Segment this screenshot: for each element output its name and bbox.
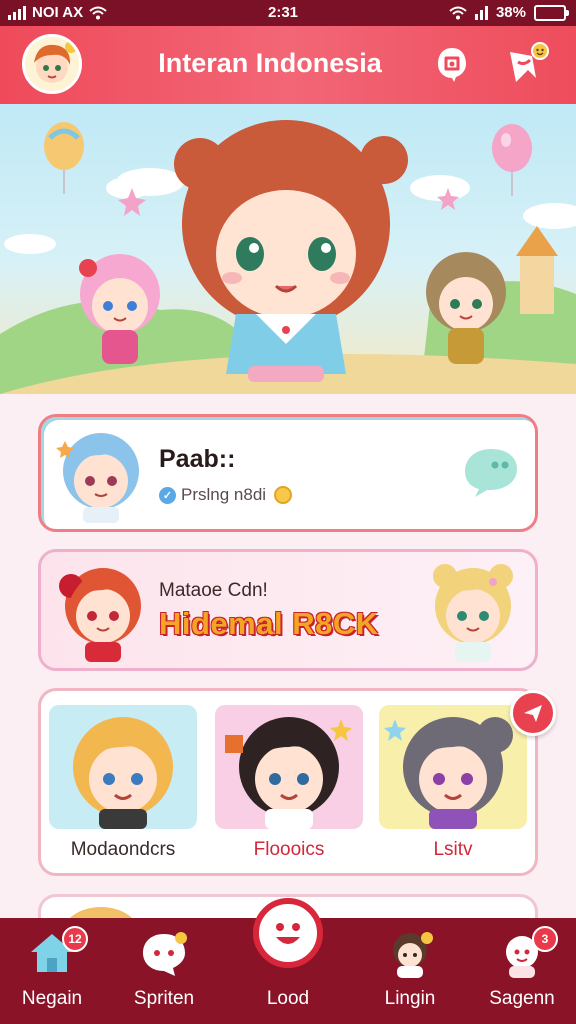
- anime-characters-banner: [0, 120, 576, 394]
- nav-label: Lood: [266, 988, 310, 1009]
- nav-badge: 12: [62, 926, 88, 952]
- category-grid-card: Modaondcrs Floooics Lsitv: [38, 688, 538, 876]
- share-button[interactable]: [510, 690, 556, 736]
- tile-label: Modaondcrs: [70, 839, 176, 860]
- wifi-icon: [449, 6, 467, 19]
- tile-art: [49, 705, 197, 829]
- character-icon: [225, 717, 352, 829]
- character-icon: [384, 717, 513, 829]
- nav-item-sprite[interactable]: Spriten: [112, 918, 216, 1024]
- nav-label: Spriten: [133, 988, 195, 1009]
- category-tile[interactable]: Lsitv: [379, 705, 527, 865]
- tile-art: [215, 705, 363, 829]
- avatar-face-icon: [34, 41, 77, 83]
- status-left: NOI AX: [8, 4, 107, 21]
- chat-bubble-icon[interactable]: [461, 443, 521, 499]
- nav-badge: 3: [532, 926, 558, 952]
- battery-percent: 38%: [495, 4, 526, 21]
- coin-icon: [274, 486, 293, 504]
- profile-subtitle-row: ✓ Prslng n8di: [159, 485, 293, 505]
- center-action-button[interactable]: [253, 898, 323, 968]
- send-arrow-icon: [524, 705, 542, 722]
- category-tile[interactable]: Modaondcrs: [49, 705, 197, 865]
- profile-card[interactable]: Paab:: ✓ Prslng n8di: [38, 414, 538, 532]
- notification-button[interactable]: [428, 40, 476, 88]
- event-headline: Hidemal R8CK: [159, 606, 379, 641]
- user-avatar[interactable]: [22, 34, 82, 94]
- profile-avatar: [56, 433, 139, 523]
- status-right: 38%: [449, 4, 569, 21]
- chat-face-icon: [143, 932, 187, 976]
- carrier-label: NOI AX: [32, 4, 84, 21]
- tile-label: Floooics: [253, 839, 325, 860]
- status-bar: NOI AX 2:31 38%: [0, 0, 576, 26]
- nav-label: Lingin: [384, 988, 436, 1009]
- gift-icon: [510, 42, 549, 82]
- nav-label: Sagenn: [489, 988, 555, 1009]
- smile-icon: [276, 923, 300, 944]
- app-header: Interan Indonesia: [0, 26, 576, 104]
- nav-item-home[interactable]: 12 Negain: [0, 918, 104, 1024]
- event-avatar-left: [59, 568, 141, 662]
- profile-subtitle: Prslng n8di: [181, 485, 267, 504]
- profile-name: Paab::: [159, 445, 236, 473]
- nav-item-signin[interactable]: 3 Sagenn: [470, 918, 574, 1024]
- event-title: Mataoe Cdn!: [159, 580, 268, 601]
- event-card[interactable]: Mataoe Cdn! Hidemal R8CK: [38, 549, 538, 671]
- hero-banner[interactable]: [0, 104, 576, 394]
- battery-icon: [534, 4, 569, 21]
- category-tile[interactable]: Floooics: [215, 705, 363, 865]
- verified-check-icon: ✓: [159, 486, 176, 504]
- nav-item-login[interactable]: Lingin: [358, 918, 462, 1024]
- tile-art: [379, 705, 527, 829]
- status-time: 2:31: [268, 4, 299, 21]
- promo-button[interactable]: [504, 40, 552, 88]
- page-title: Interan Indonesia: [158, 48, 382, 78]
- signal-icon: [8, 5, 26, 20]
- character-icon: [73, 717, 173, 829]
- wifi-icon: [89, 6, 107, 19]
- tile-label: Lsitv: [433, 839, 473, 860]
- event-avatar-right: [433, 564, 513, 662]
- cellular-icon: [474, 5, 488, 20]
- nav-label: Negain: [21, 988, 83, 1009]
- character-icon: [393, 932, 433, 978]
- bell-icon: [438, 48, 466, 82]
